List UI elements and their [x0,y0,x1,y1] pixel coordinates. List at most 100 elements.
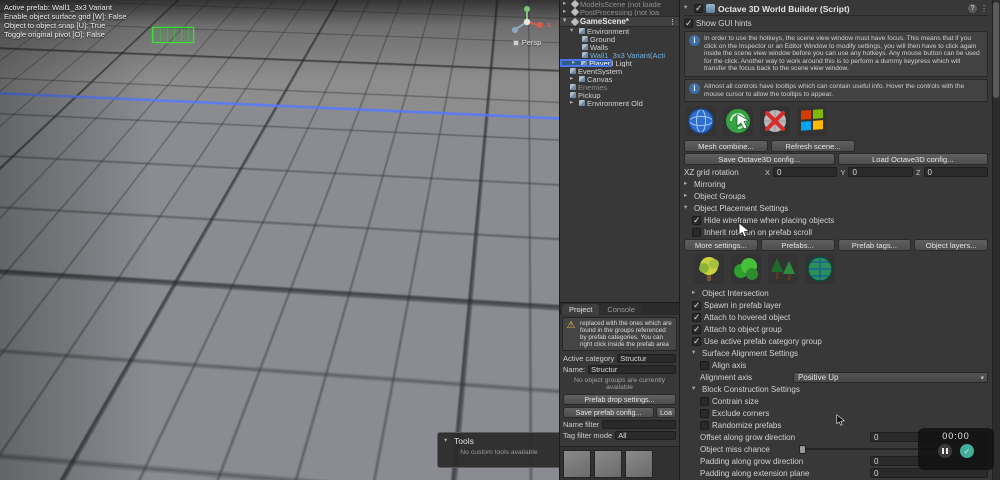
scrollbar-thumb[interactable] [993,2,999,98]
checkbox[interactable] [692,324,701,335]
unloaded-scene-row[interactable]: ModelsScene (not loade [560,0,679,8]
more-settings-button[interactable]: More settings... [684,239,758,252]
checkbox[interactable] [700,396,709,406]
checkbox[interactable] [692,300,701,311]
foldout-object-intersection[interactable]: Object Intersection [692,287,988,299]
miss-chance-label: Object miss chance [700,444,770,454]
x-rotation-input[interactable]: 0 [773,167,838,178]
toggle-hide-wireframe[interactable]: Hide wireframe when placing objects [692,214,988,226]
mesh-combine-button[interactable]: Mesh combine... [684,140,768,153]
hierarchy-item-walls[interactable]: Walls [560,43,679,51]
confirm-button[interactable]: ✓ [960,444,974,458]
load-prefab-config-button[interactable]: Loa [656,407,676,418]
toggle-spawn-prefab-layer[interactable]: Spawn in prefab layer [692,299,988,311]
red-delete-mesh-icon[interactable] [760,106,790,137]
hierarchy-item-canvas[interactable]: Canvas [560,75,679,83]
item-label: EventSystem [578,67,623,75]
inspector-scrollbar[interactable] [992,0,1000,480]
checkbox[interactable] [692,227,701,237]
prefab-drop-settings-button[interactable]: Prefab drop settings... [563,394,676,405]
hierarchy-item-environment-old[interactable]: Environment Old [560,99,679,107]
scene-menu-icon[interactable]: ⋮ [669,18,679,26]
chevron-down-icon[interactable] [444,438,451,445]
scene-view[interactable]: Active prefab: Wall1_3x3 Variant Enable … [0,0,560,480]
toggle-show-gui-hints[interactable]: Show GUI hints [684,17,988,29]
scene-orientation-gizmo[interactable]: x Persp [505,4,551,47]
category-name-input[interactable]: Structur [588,365,676,374]
checkbox[interactable] [700,408,709,418]
checkbox[interactable] [700,360,709,370]
save-octave3d-config-button[interactable]: Save Octave3D config... [684,153,835,166]
alignment-axis-dropdown[interactable]: Positive Up [793,371,988,383]
tab-project[interactable]: Project [562,304,600,315]
colored-window-icon[interactable] [797,106,827,137]
object-layers-button[interactable]: Object layers... [914,239,988,252]
tag-filter-dropdown[interactable]: All [615,431,676,440]
tab-console[interactable]: Console [600,304,642,315]
unloaded-scene-row[interactable]: PostProcessing (not loa [560,8,679,16]
prefabs-button[interactable]: Prefabs... [760,239,835,252]
pine-trees-icon[interactable] [768,254,798,285]
chevron-down-icon[interactable] [570,28,577,35]
toggle-exclude-corners[interactable]: Exclude corners [700,407,988,419]
prefab-thumbnail[interactable] [594,450,622,478]
hierarchy-item-pickup[interactable]: Pickup [560,91,679,99]
chevron-right-icon[interactable] [570,100,577,107]
green-bush-icon[interactable] [731,254,761,285]
checkbox[interactable] [684,18,693,29]
chevron-down-icon[interactable] [684,5,691,12]
toggle-contrain-size[interactable]: Contrain size [700,395,988,407]
checkbox[interactable] [700,420,709,430]
prefab-thumbnail[interactable] [625,450,653,478]
y-rotation-input[interactable]: 0 [848,167,913,178]
scene-header-row[interactable]: GameScene* ⋮ [560,16,679,27]
pause-button[interactable] [938,444,952,458]
slider-knob[interactable] [799,444,806,454]
component-header[interactable]: Octave 3D World Builder (Script) ? ⋮ [684,2,988,16]
save-prefab-config-button[interactable]: Save prefab config... [563,407,654,418]
foldout-object-placement-settings[interactable]: Object Placement Settings [684,202,988,214]
chevron-right-icon[interactable] [563,1,570,8]
checkbox[interactable] [692,215,701,226]
component-enabled-checkbox[interactable] [694,3,703,14]
help-icon[interactable]: ? [968,4,977,13]
hierarchy-item-eventsystem[interactable]: EventSystem [560,67,679,75]
green-select-icon[interactable] [723,106,753,137]
prefab-tags-button[interactable]: Prefab tags... [837,239,912,252]
active-category-dropdown[interactable]: Structur [617,354,676,363]
foldout-block-construction[interactable]: Block Construction Settings [692,383,988,395]
persp-cube-icon[interactable] [512,39,519,46]
mesh-sphere-icon[interactable] [686,106,716,137]
scene-name: GameScene* [580,17,629,26]
terrain-grid-icon[interactable] [805,254,835,285]
hierarchy-item-enemies[interactable]: Enemies [560,83,679,91]
foldout-mirroring[interactable]: Mirroring [684,178,988,190]
z-rotation-input[interactable]: 0 [923,167,988,178]
hierarchy-item-ground[interactable]: Ground [560,35,679,43]
yellow-tree-icon[interactable] [694,254,724,285]
hierarchy-item-wall-variant[interactable]: Wall1_3x3 Variant(Acti [560,51,679,59]
tools-overlay-panel[interactable]: Tools No custom tools available [437,432,559,468]
toggle-inherit-rotation[interactable]: Inherit rotation on prefab scroll [692,226,988,238]
toggle-attach-hovered[interactable]: Attach to hovered object [692,311,988,323]
prefab-thumbnail[interactable] [563,450,591,478]
chevron-right-icon[interactable] [572,61,579,65]
toggle-align-axis[interactable]: Align axis [700,359,988,371]
hierarchy-item-environment[interactable]: Environment [560,27,679,35]
hierarchy-item-player[interactable]: Player [560,59,613,67]
chevron-right-icon[interactable] [570,76,577,83]
checkbox[interactable] [692,312,701,323]
chevron-down-icon[interactable] [563,18,570,25]
foldout-surface-alignment[interactable]: Surface Alignment Settings [692,347,988,359]
name-filter-input[interactable] [602,420,676,429]
load-octave3d-config-button[interactable]: Load Octave3D config... [837,153,988,166]
checkbox[interactable] [692,336,701,347]
menu-icon[interactable]: ⋮ [980,4,988,13]
name-filter-label: Name filter [563,420,600,429]
foldout-object-groups[interactable]: Object Groups [684,190,988,202]
refresh-scene-button[interactable]: Refresh scene... [771,140,855,153]
toggle-use-active-category[interactable]: Use active prefab category group [692,335,988,347]
chevron-right-icon[interactable] [563,9,570,16]
toggle-attach-object-group[interactable]: Attach to object group [692,323,988,335]
view-mode-label[interactable]: Persp [522,38,542,47]
